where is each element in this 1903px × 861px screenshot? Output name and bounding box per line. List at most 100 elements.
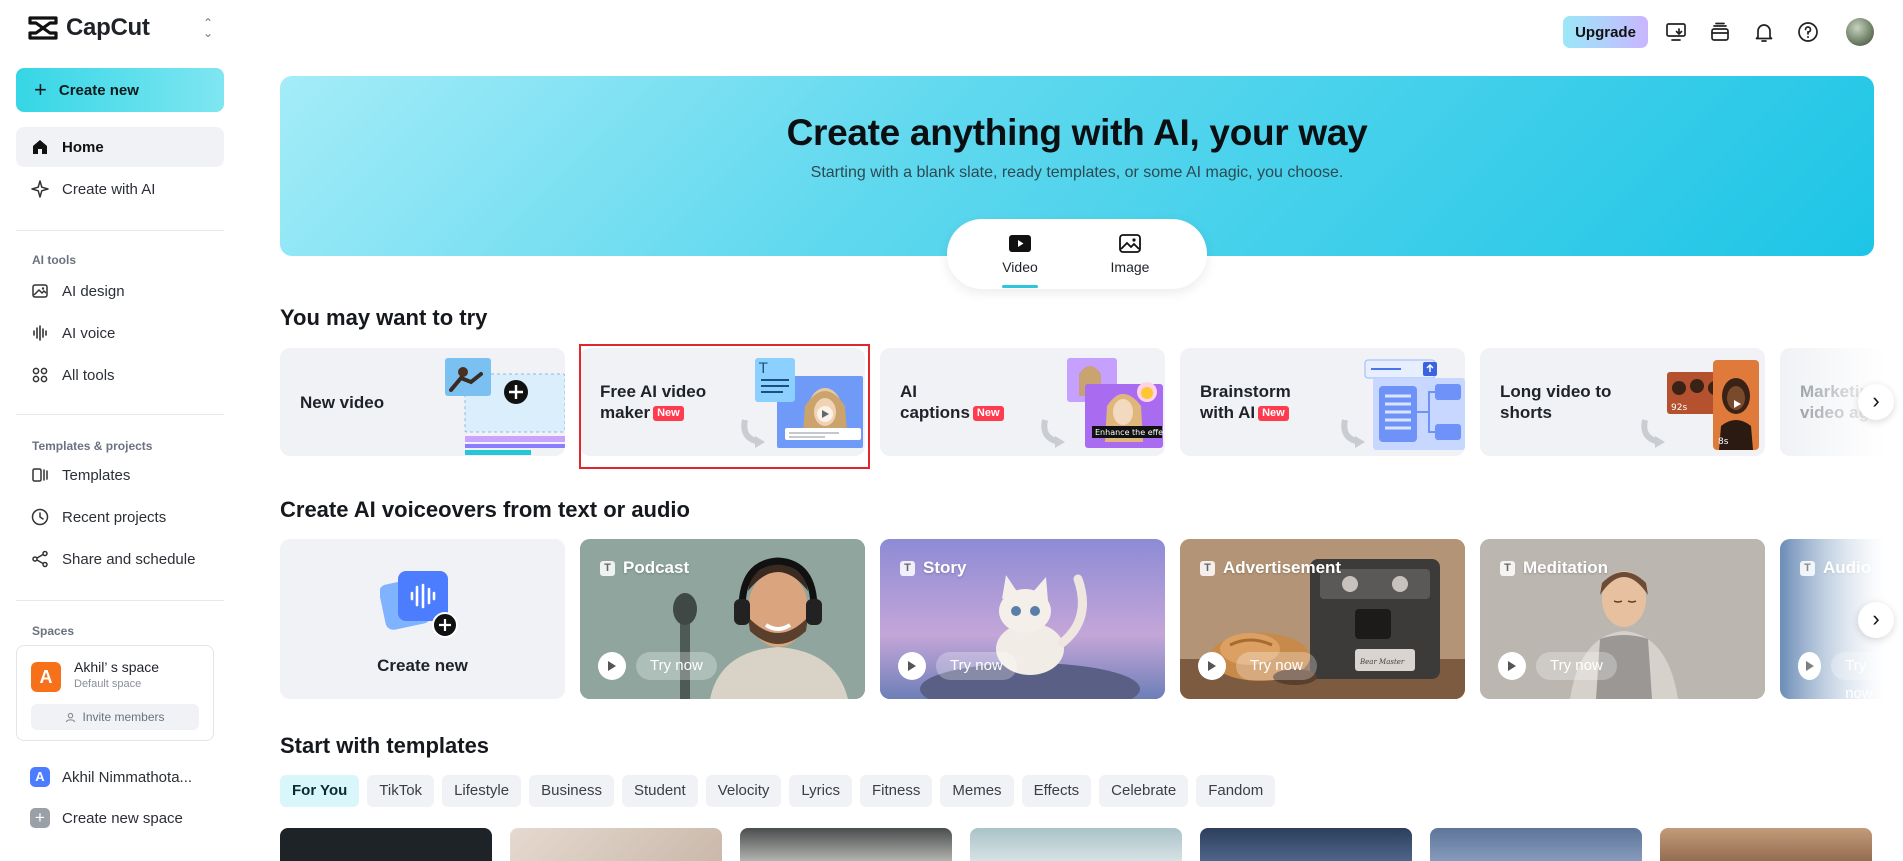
try-now-control[interactable]: Try now	[1498, 652, 1617, 680]
template-thumbnail[interactable]	[280, 828, 492, 861]
space-card[interactable]: A Akhil’ s space Default space Invite me…	[16, 645, 214, 741]
sidebar-item-ai-voice[interactable]: AI voice	[16, 313, 224, 353]
space-name: Akhil’ s space	[74, 659, 160, 675]
bell-icon[interactable]	[1752, 20, 1776, 44]
try-now-button[interactable]: Try now	[936, 652, 1017, 680]
sidebar-item-all-tools[interactable]: All tools	[16, 355, 224, 395]
try-card-ai-captions[interactable]: AI captionsNew Enhance the effects	[880, 348, 1165, 456]
chip-effects[interactable]: Effects	[1021, 775, 1092, 807]
chip-velocity[interactable]: Velocity	[705, 775, 782, 807]
upgrade-button[interactable]: Upgrade	[1563, 16, 1648, 48]
create-new-label: Create new	[58, 81, 139, 99]
help-icon[interactable]	[1796, 20, 1820, 44]
try-card-long-video-to-shorts[interactable]: Long video to shorts 92s 8s	[1480, 348, 1765, 456]
waveform-icon	[33, 325, 47, 341]
sidebar-item-home[interactable]: Home	[16, 127, 224, 167]
logo[interactable]: CapCut	[28, 12, 150, 44]
sidebar-item-label: Templates	[62, 466, 131, 484]
try-now-button[interactable]: Try now	[636, 652, 717, 680]
template-category-chips: For You TikTok Lifestyle Business Studen…	[280, 775, 1276, 807]
sidebar-item-share-and-schedule[interactable]: Share and schedule	[16, 539, 224, 579]
divider	[16, 230, 224, 231]
create-new-button[interactable]: + Create new	[16, 68, 224, 112]
sidebar-item-create-with-ai[interactable]: Create with AI	[16, 169, 224, 209]
invite-members-button[interactable]: Invite members	[31, 704, 199, 730]
voice-card-title: T Meditation	[1500, 558, 1608, 578]
chip-fitness[interactable]: Fitness	[860, 775, 933, 807]
image-icon	[1119, 234, 1141, 253]
sidebar-item-label: Recent projects	[62, 508, 167, 526]
long-to-shorts-illustration: 92s 8s	[1641, 360, 1759, 450]
chip-lifestyle[interactable]: Lifestyle	[442, 775, 522, 807]
layers-icon[interactable]	[1708, 20, 1732, 44]
section-title-voiceovers: Create AI voiceovers from text or audio	[280, 497, 690, 522]
try-now-control[interactable]: Try now	[598, 652, 717, 680]
try-now-control[interactable]: Try now	[898, 652, 1017, 680]
caption-overlay-text: Enhance the effects	[1095, 428, 1165, 437]
template-thumbnail[interactable]	[740, 828, 952, 861]
template-icon	[32, 468, 48, 482]
voice-card-advertisement[interactable]: Bear Master T Advertisement Try now	[1180, 539, 1465, 699]
play-icon	[1498, 652, 1526, 680]
sidebar-item-ai-design[interactable]: AI design	[16, 271, 224, 311]
try-now-control[interactable]: Try now	[1198, 652, 1317, 680]
voice-card-meditation[interactable]: T Meditation Try now	[1480, 539, 1765, 699]
chip-fandom[interactable]: Fandom	[1196, 775, 1276, 807]
chip-memes[interactable]: Memes	[940, 775, 1014, 807]
card-label: Long video to shorts	[1500, 382, 1612, 422]
account-row[interactable]: A Akhil Nimmathota...	[30, 765, 192, 789]
chip-celebrate[interactable]: Celebrate	[1099, 775, 1189, 807]
card-label: New video	[300, 392, 385, 412]
clock-icon	[31, 508, 49, 526]
sidebar-item-recent-projects[interactable]: Recent projects	[16, 497, 224, 537]
voice-card-podcast[interactable]: T Podcast Try now	[580, 539, 865, 699]
text-icon: T	[1800, 560, 1815, 576]
try-now-button[interactable]: Try now	[1831, 652, 1903, 699]
play-icon	[898, 652, 926, 680]
invite-members-label: Invite members	[82, 710, 165, 724]
plus-icon: +	[34, 77, 47, 102]
sidebar-item-label: Create with AI	[62, 180, 156, 198]
try-card-brainstorm-with-ai[interactable]: Brainstorm with AI New	[1180, 348, 1465, 456]
user-avatar[interactable]	[1846, 18, 1874, 46]
carousel-next-icon[interactable]: ›	[1858, 384, 1894, 420]
chip-lyrics[interactable]: Lyrics	[789, 775, 853, 807]
duration-long: 92s	[1671, 403, 1687, 413]
try-now-button[interactable]: Try now	[1236, 652, 1317, 680]
text-icon: T	[900, 560, 915, 576]
account-avatar: A	[30, 767, 50, 787]
sidebar-item-label: All tools	[62, 366, 115, 384]
active-tab-indicator	[1002, 285, 1038, 288]
templates-heading: Templates & projects	[32, 439, 153, 453]
create-new-space-button[interactable]: + Create new space	[30, 806, 183, 830]
tab-video[interactable]: Video	[985, 233, 1055, 275]
try-card-new-video[interactable]: New video	[280, 348, 565, 456]
divider	[16, 600, 224, 601]
voice-card-story[interactable]: T Story Try now	[880, 539, 1165, 699]
carousel-next-icon[interactable]: ›	[1858, 602, 1894, 638]
new-badge: New	[972, 406, 1004, 421]
hero-title: Create anything with AI, your way	[786, 112, 1368, 153]
duration-short: 8s	[1718, 437, 1729, 447]
template-thumbnail[interactable]	[1200, 828, 1412, 861]
template-thumbnail[interactable]	[970, 828, 1182, 861]
chip-student[interactable]: Student	[621, 775, 698, 807]
capcut-app: CapCut ⌃ ⌄ + Create new Home Create with …	[0, 0, 1903, 861]
voice-card-create-new[interactable]: Create new	[280, 539, 565, 699]
tab-image[interactable]: Image	[1095, 233, 1165, 275]
template-thumbnail[interactable]	[1660, 828, 1872, 861]
chip-for-you[interactable]: For You	[280, 775, 360, 807]
try-card-free-ai-video-maker[interactable]: Free AI video maker New T	[580, 348, 865, 456]
desktop-download-icon[interactable]	[1664, 20, 1688, 44]
ai-tools-heading: AI tools	[32, 253, 76, 267]
tab-label: Video	[1002, 259, 1038, 275]
chip-business[interactable]: Business	[529, 775, 614, 807]
chip-tiktok[interactable]: TikTok	[367, 775, 435, 807]
new-badge: New	[1258, 406, 1289, 421]
sidebar-item-templates[interactable]: Templates	[16, 455, 224, 495]
template-thumbnail[interactable]	[510, 828, 722, 861]
try-now-control[interactable]: Try now	[1798, 652, 1903, 699]
template-thumbnail[interactable]	[1430, 828, 1642, 861]
workspace-switch-icon[interactable]: ⌃ ⌄	[200, 17, 216, 39]
try-now-button[interactable]: Try now	[1536, 652, 1617, 680]
